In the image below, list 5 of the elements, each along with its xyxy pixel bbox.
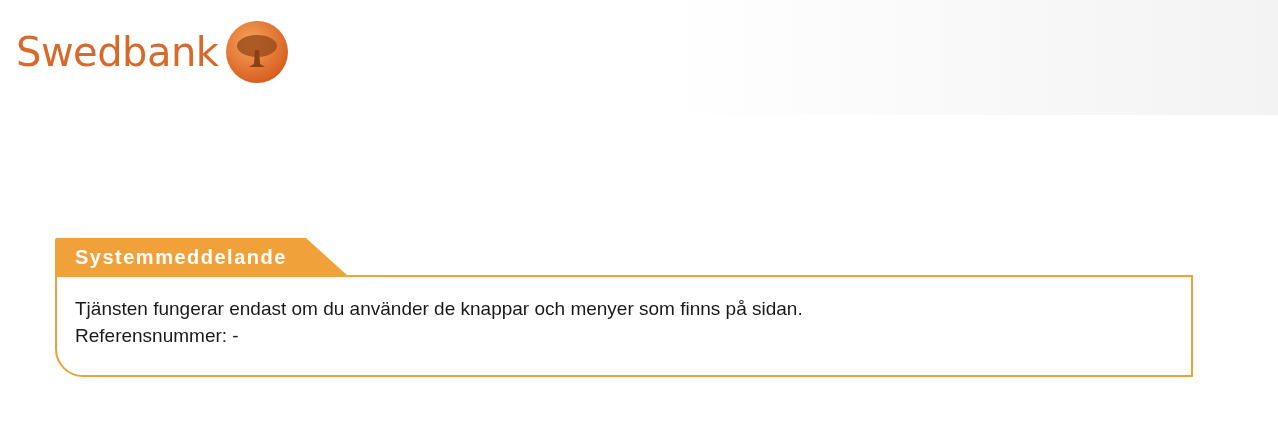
message-text: Referensnummer: - [75,324,240,348]
logo-text: Swedbank [16,29,219,75]
message-text: Tjänsten fungerar endast om du använder de knappar och menyer som finns på sidan. [75,297,804,321]
tree-emblem-icon [224,20,289,84]
message-title: Systemmeddelande [55,238,347,275]
